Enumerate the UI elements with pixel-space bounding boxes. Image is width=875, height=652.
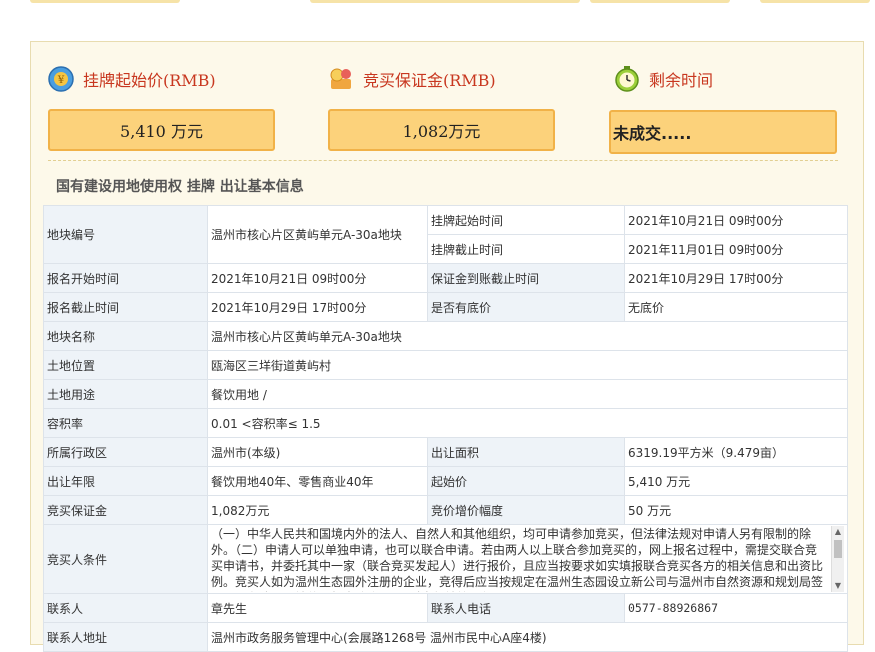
reserve-label: 是否有底价 [427,292,625,322]
table-row: 容积率 0.01 <容积率≤ 1.5 [43,408,848,438]
table-row: 土地位置 瓯海区三垟街道黄屿村 [43,350,848,380]
scroll-up-icon[interactable]: ▲ [832,526,844,538]
table-row: 竞买保证金 1,082万元 竞价增价幅度 50 万元 [43,495,848,525]
address-value: 温州市政务服务管理中心(会展路1268号 温州市民中心A座4楼) [207,622,848,652]
land-info-panel: ¥ 挂牌起始价(RMB) 竞买保证金(RMB) 剩余时间 5,410 万元 1,… [30,41,864,652]
plot-name-value: 温州市核心片区黄屿单元A-30a地块 [207,321,848,351]
table-row: 出让年限 餐饮用地40年、零售商业40年 起始价 5,410 万元 [43,466,848,496]
remain-value: 未成交..... [613,124,692,143]
bidder-scrollbar[interactable]: ▲ ▼ [831,526,844,592]
location-value: 瓯海区三垟街道黄屿村 [207,350,848,380]
deposit-heading: 竞买保证金(RMB) [327,64,496,94]
start-price-row-value: 5,410 万元 [624,466,848,496]
reg-start-value: 2021年10月21日 09时00分 [207,263,428,293]
phone-value: 0577-88926867 [624,593,848,623]
deposit-label: 竞买保证金(RMB) [363,71,496,90]
remain-label: 剩余时间 [649,71,714,90]
table-row: 联系人 章先生 联系人电话 0577-88926867 [43,593,848,623]
deposit-row-value: 1,082万元 [207,495,428,525]
term-value: 餐饮用地40年、零售商业40年 [207,466,428,496]
district-label: 所属行政区 [43,437,208,467]
list-start-value: 2021年10月21日 09时00分 [624,205,848,235]
start-price-value: 5,410 万元 [120,122,203,141]
use-value: 餐饮用地 / [207,379,848,409]
reserve-value: 无底价 [624,292,848,322]
info-table: 地块编号 温州市核心片区黄屿单元A-30a地块 挂牌起始时间 2021年10月2… [43,205,848,652]
list-end-value: 2021年11月01日 09时00分 [624,234,848,264]
money-icon: ¥ [48,66,74,92]
reg-start-label: 报名开始时间 [43,263,208,293]
remain-box: 未成交..... [609,110,837,154]
phone-label: 联系人电话 [427,593,625,623]
top-strip [0,0,875,6]
area-value: 6319.19平方米（9.479亩） [624,437,848,467]
coins-icon [330,68,351,89]
reg-end-label: 报名截止时间 [43,292,208,322]
bidder-label: 竞买人条件 [43,524,208,594]
table-row: 报名开始时间 2021年10月21日 09时00分 保证金到账截止时间 2021… [43,263,848,293]
location-label: 土地位置 [43,350,208,380]
bidder-conditions-text: （一）中华人民共和国境内外的法人、自然人和其他组织，均可申请参加竞买，但法律法规… [211,527,824,592]
plot-name-label: 地块名称 [43,321,208,351]
table-row: 联系人地址 温州市政务服务管理中心(会展路1268号 温州市民中心A座4楼) [43,622,848,652]
far-label: 容积率 [43,408,208,438]
svg-text:¥: ¥ [57,75,65,86]
table-row: 地块编号 温州市核心片区黄屿单元A-30a地块 挂牌起始时间 2021年10月2… [43,205,848,264]
remain-heading: 剩余时间 [613,64,713,94]
scroll-down-icon[interactable]: ▼ [832,580,844,592]
far-value: 0.01 <容积率≤ 1.5 [207,408,848,438]
area-label: 出让面积 [427,437,625,467]
term-label: 出让年限 [43,466,208,496]
start-price-label: 挂牌起始价(RMB) [83,71,216,90]
start-price-box: 5,410 万元 [48,109,275,151]
use-label: 土地用途 [43,379,208,409]
reg-end-value: 2021年10月29日 17时00分 [207,292,428,322]
deposit-deadline-label: 保证金到账截止时间 [427,263,625,293]
deposit-box: 1,082万元 [328,109,555,151]
plot-no-value: 温州市核心片区黄屿单元A-30a地块 [207,205,428,264]
contact-value: 章先生 [207,593,428,623]
deposit-deadline-value: 2021年10月29日 17时00分 [624,263,848,293]
divider [48,160,838,161]
start-price-row-label: 起始价 [427,466,625,496]
table-row: 所属行政区 温州市(本级) 出让面积 6319.19平方米（9.479亩） [43,437,848,467]
bidder-conditions-box[interactable]: （一）中华人民共和国境内外的法人、自然人和其他组织，均可申请参加竞买，但法律法规… [211,526,844,592]
table-row: 地块名称 温州市核心片区黄屿单元A-30a地块 [43,321,848,351]
table-row: 土地用途 餐饮用地 / [43,379,848,409]
table-row: 报名截止时间 2021年10月29日 17时00分 是否有底价 无底价 [43,292,848,322]
start-price-heading: ¥ 挂牌起始价(RMB) [47,64,216,94]
list-start-label: 挂牌起始时间 [427,205,625,235]
deposit-row-label: 竞买保证金 [43,495,208,525]
list-end-label: 挂牌截止时间 [427,234,625,264]
scroll-thumb[interactable] [834,540,842,558]
alarm-clock-icon [615,66,639,92]
increment-value: 50 万元 [624,495,848,525]
bidder-cell: （一）中华人民共和国境内外的法人、自然人和其他组织，均可申请参加竞买，但法律法规… [207,524,848,594]
increment-label: 竞价增价幅度 [427,495,625,525]
section-title: 国有建设用地使用权 挂牌 出让基本信息 [56,179,304,195]
address-label: 联系人地址 [43,622,208,652]
plot-no-label: 地块编号 [43,205,208,264]
deposit-value: 1,082万元 [402,122,481,141]
contact-label: 联系人 [43,593,208,623]
table-row: 竞买人条件 （一）中华人民共和国境内外的法人、自然人和其他组织，均可申请参加竞买… [43,524,848,594]
district-value: 温州市(本级) [207,437,428,467]
